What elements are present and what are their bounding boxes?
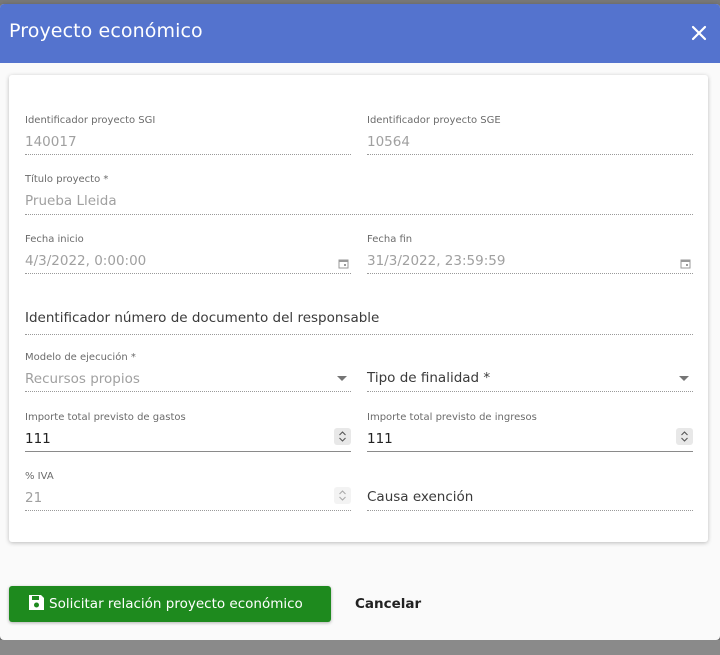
submit-button[interactable]: Solicitar relación proyecto económico	[9, 586, 331, 622]
calendar-icon[interactable]	[680, 254, 691, 273]
tipo-finalidad-select[interactable]: Tipo de finalidad *	[367, 369, 693, 392]
iva-field: % IVA 21	[25, 471, 351, 511]
dialog-header: Proyecto económico	[0, 4, 720, 63]
dialog-title: Proyecto económico	[9, 20, 203, 42]
id-sgi-field: Identificador proyecto SGI 140017	[25, 115, 351, 155]
importe-ingresos-label: Importe total previsto de ingresos	[367, 412, 537, 423]
importe-gastos-label: Importe total previsto de gastos	[25, 412, 186, 423]
number-stepper-icon	[334, 487, 351, 504]
importe-ingresos-value: 111	[367, 431, 393, 447]
id-documento-responsable-placeholder: Identificador número de documento del re…	[25, 310, 380, 326]
number-stepper-icon[interactable]	[676, 428, 693, 445]
modelo-ejecucion-label: Modelo de ejecución *	[25, 352, 136, 363]
importe-ingresos-input[interactable]: Importe total previsto de ingresos 111	[367, 412, 693, 452]
importe-gastos-input[interactable]: Importe total previsto de gastos 111	[25, 412, 351, 452]
importe-gastos-value: 111	[25, 431, 51, 447]
dialog: Proyecto económico Identificador proyect…	[0, 4, 720, 640]
id-sgi-label: Identificador proyecto SGI	[25, 115, 156, 126]
titulo-label: Título proyecto *	[25, 174, 109, 185]
calendar-icon[interactable]	[338, 254, 349, 273]
fecha-inicio-value: 4/3/2022, 0:00:00	[25, 253, 147, 269]
fecha-inicio-label: Fecha inicio	[25, 234, 84, 245]
modelo-ejecucion-select[interactable]: Modelo de ejecución * Recursos propios	[25, 352, 351, 392]
fecha-inicio-field: Fecha inicio 4/3/2022, 0:00:00	[25, 234, 351, 274]
tipo-finalidad-placeholder: Tipo de finalidad *	[367, 370, 491, 386]
fecha-fin-field: Fecha fin 31/3/2022, 23:59:59	[367, 234, 693, 274]
chevron-down-icon	[679, 376, 689, 381]
id-sge-label: Identificador proyecto SGE	[367, 115, 501, 126]
id-sge-field: Identificador proyecto SGE 10564	[367, 115, 693, 155]
id-sge-value: 10564	[367, 134, 410, 150]
id-sgi-value: 140017	[25, 134, 77, 150]
titulo-value: Prueba Lleida	[25, 193, 117, 209]
modelo-ejecucion-value: Recursos propios	[25, 371, 140, 387]
id-documento-responsable-input[interactable]: Identificador número de documento del re…	[25, 309, 693, 335]
fecha-fin-value: 31/3/2022, 23:59:59	[367, 253, 506, 269]
close-icon[interactable]	[688, 22, 710, 44]
causa-exencion-placeholder: Causa exención	[367, 489, 474, 505]
causa-exencion-input[interactable]: Causa exención	[367, 488, 693, 511]
save-icon	[27, 593, 49, 616]
titulo-field: Título proyecto * Prueba Lleida	[25, 174, 693, 215]
iva-label: % IVA	[25, 471, 54, 482]
backdrop	[0, 640, 720, 655]
chevron-down-icon	[337, 376, 347, 381]
number-stepper-icon[interactable]	[334, 428, 351, 445]
cancel-button[interactable]: Cancelar	[344, 586, 432, 622]
iva-value: 21	[25, 490, 43, 506]
fecha-fin-label: Fecha fin	[367, 234, 413, 245]
form-card: Identificador proyecto SGI 140017 Identi…	[9, 75, 708, 542]
submit-button-label: Solicitar relación proyecto económico	[49, 596, 303, 612]
